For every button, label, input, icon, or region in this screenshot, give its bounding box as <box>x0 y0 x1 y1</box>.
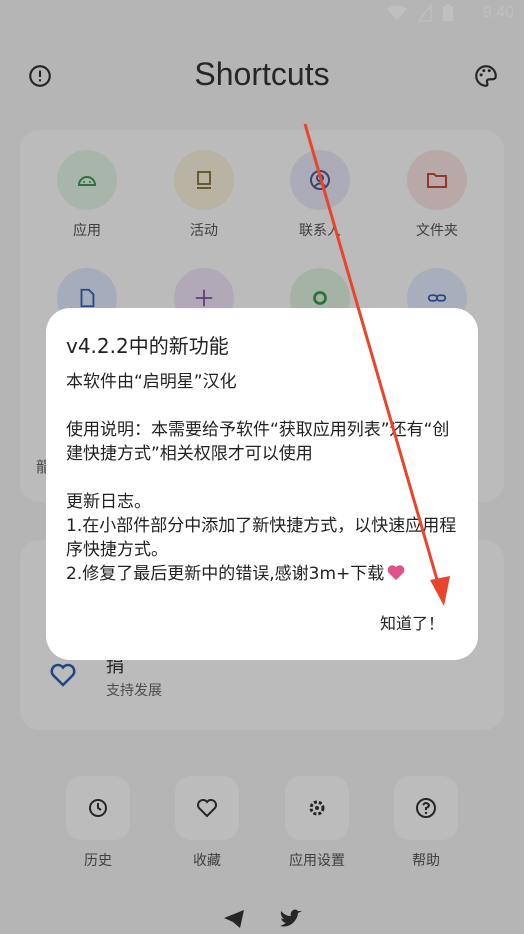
annotation-arrow <box>303 123 450 606</box>
arrow-shaft <box>303 123 442 591</box>
arrow-head <box>430 576 450 606</box>
